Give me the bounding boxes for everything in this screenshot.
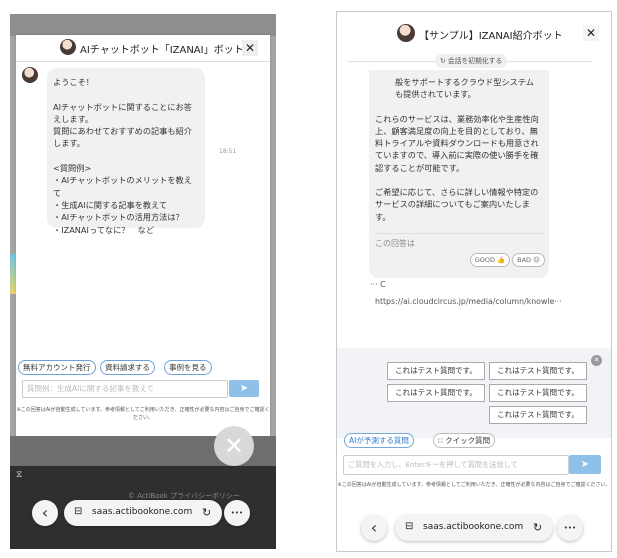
question-input[interactable]: 質問例：生成AIに関する記事を教えて: [22, 380, 228, 398]
dimmed-page-top: [10, 14, 276, 36]
left-phone-screen: AIチャットボット「IZANAI」ボット ✕ ようこそ！ AIチャットボットに関…: [10, 14, 276, 549]
browser-url: saas.actibookone.com: [92, 507, 193, 517]
tab-icon: ⊟: [405, 521, 414, 532]
reset-icon: ↻: [440, 57, 446, 65]
thumbs-up-icon: 👍: [497, 256, 506, 264]
reload-icon[interactable]: ↻: [533, 521, 542, 534]
browser-url: saas.actibookone.com: [423, 522, 524, 532]
tab-ai-predicted-label: AIが予測する質問: [349, 436, 409, 445]
browser-more-button[interactable]: •••: [557, 515, 583, 541]
suggested-question-button[interactable]: これはテスト質問です。: [387, 384, 485, 402]
answer-paragraph-2: これらのサービスは、業務効率化や生産性向上、顧客満足度の向上を目的としており、無…: [375, 113, 539, 173]
bad-label: BAD: [517, 256, 532, 264]
good-button[interactable]: GOOD 👍: [470, 253, 510, 267]
browser-back-button[interactable]: ‹: [361, 515, 387, 541]
answer-text-top: 般をサポートするクラウド型システム も提供されています。: [395, 77, 534, 100]
right-phone-screen: 【サンプル】IZANAI紹介ボット ✕ ↻ 会話を初期化する 般をサポートするク…: [336, 11, 612, 552]
reset-conversation-button[interactable]: ↻ 会話を初期化する: [435, 54, 508, 68]
suggested-question-button[interactable]: これはテスト質問です。: [387, 362, 485, 380]
chat-header-title: 【サンプル】IZANAI紹介ボット: [419, 31, 563, 42]
tab-ai-predicted[interactable]: AIが予測する質問: [344, 433, 414, 448]
welcome-message-text: ようこそ！ AIチャットボットに関することにお答えします。 質問にあわせておすす…: [53, 77, 192, 235]
browser-url-bar[interactable]: ⊟ saas.actibookone.com ↻: [64, 500, 222, 526]
rating-divider: [375, 233, 543, 234]
chip-case-studies[interactable]: 事例を見る: [164, 360, 212, 375]
suggested-question-button[interactable]: これはテスト質問です。: [489, 406, 587, 424]
overlay-close-icon[interactable]: ✕: [214, 426, 254, 466]
send-button[interactable]: ➤: [569, 455, 601, 474]
question-input[interactable]: ご質問を入力し、Enterキーを押して質問を送信して: [343, 455, 569, 475]
tab-icon: ⊟: [74, 506, 83, 517]
bot-avatar: [60, 39, 76, 55]
ai-disclaimer: ※この回答はAIが自動生成しています。参考情報としてご利用いただき、正確性が必要…: [337, 482, 611, 488]
browser-back-button[interactable]: ‹: [32, 500, 58, 526]
browser-more-button[interactable]: •••: [224, 500, 250, 526]
welcome-message-bubble: ようこそ！ AIチャットボットに関することにお答えします。 質問にあわせておすす…: [47, 68, 205, 235]
message-timestamp: 18:51: [219, 148, 237, 155]
answer-paragraph-3: ご希望に応じて、さらに詳しい情報や特定のサービスの詳細についてもご案内いたします…: [375, 187, 539, 222]
bad-button[interactable]: BAD ☹: [512, 253, 545, 267]
tab-quick-questions-label: クイック質問: [445, 436, 491, 445]
ai-disclaimer: ※この回答はAIが自動生成しています。参考情報としてご利用いただき、正確性が必要…: [16, 407, 270, 421]
source-prefix: ··· C: [370, 280, 386, 289]
suggested-question-button[interactable]: これはテスト質問です。: [489, 362, 587, 380]
chip-request-docs[interactable]: 資料請求する: [100, 360, 155, 375]
tab-quick-questions[interactable]: ∷ クイック質問: [433, 433, 496, 448]
reload-icon[interactable]: ↻: [202, 506, 211, 519]
send-button[interactable]: ➤: [229, 380, 259, 397]
suggested-question-button[interactable]: これはテスト質問です。: [489, 384, 587, 402]
chat-header-title: AIチャットボット「IZANAI」ボット: [80, 45, 244, 56]
close-icon[interactable]: ✕: [583, 25, 599, 41]
browser-url-bar[interactable]: ⊟ saas.actibookone.com ↻: [395, 515, 553, 541]
chip-free-account[interactable]: 無料アカウント発行: [18, 360, 96, 375]
reset-label: 会話を初期化する: [447, 57, 503, 65]
chat-panel: AIチャットボット「IZANAI」ボット ✕ ようこそ！ AIチャットボットに関…: [16, 35, 270, 453]
source-link[interactable]: https://ai.cloudcircus.jp/media/column/k…: [375, 297, 562, 306]
share-icon[interactable]: ⧖: [16, 470, 22, 480]
bot-avatar: [397, 24, 415, 42]
header-divider: [16, 61, 270, 62]
grid-icon: ∷: [438, 436, 443, 445]
rating-label: この回答は: [375, 239, 415, 248]
close-icon[interactable]: ✕: [242, 40, 258, 56]
sad-face-icon: ☹: [533, 256, 540, 264]
message-bot-avatar: [22, 67, 38, 83]
good-label: GOOD: [474, 256, 496, 264]
dismiss-suggestions-icon[interactable]: ✕: [591, 355, 602, 366]
answer-bubble: 般をサポートするクラウド型システム も提供されています。 これらのサービスは、業…: [369, 70, 549, 278]
